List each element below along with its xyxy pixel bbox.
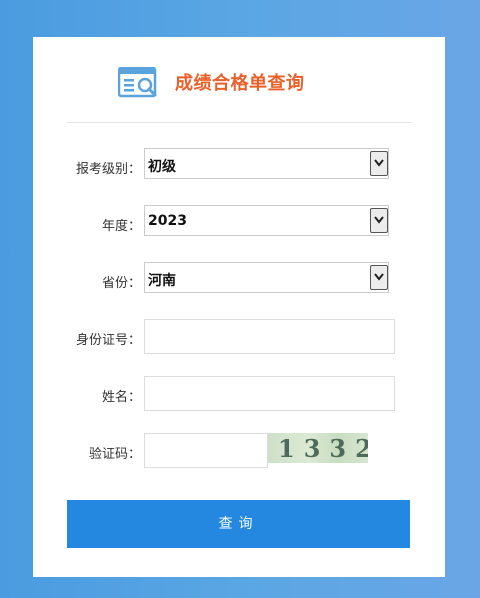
card-header: 成绩合格单查询 [33,37,445,123]
chevron-down-icon[interactable] [370,265,388,290]
province-select-value: 河南 [148,273,176,289]
header-divider [67,122,411,123]
id-number-input[interactable] [144,319,395,354]
captcha-input[interactable] [144,433,268,468]
province-row: 省份： 河南 [33,262,445,296]
captcha-label: 验证码： [88,447,141,462]
captcha-image-text: 1332 [278,434,368,463]
query-card: 成绩合格单查询 报考级别： 初级 年度： 2023 省份： 河南 身份证号： 姓… [33,37,445,577]
id-number-row: 身份证号： [33,319,445,354]
name-input[interactable] [144,376,395,411]
name-label: 姓名： [101,390,141,405]
captcha-image[interactable]: 1332 [268,433,368,463]
chevron-down-icon[interactable] [370,208,388,233]
level-label: 报考级别： [75,162,141,177]
chevron-down-icon[interactable] [370,151,388,176]
captcha-row: 验证码： 1332 [33,433,445,468]
query-button[interactable]: 查询 [67,500,410,548]
level-select-value: 初级 [148,159,176,175]
province-label: 省份： [101,276,141,291]
province-select[interactable]: 河南 [144,262,389,293]
year-select[interactable]: 2023 [144,205,389,236]
level-select[interactable]: 初级 [144,148,389,179]
id-number-label: 身份证号： [75,333,141,348]
year-row: 年度： 2023 [33,205,445,239]
year-label: 年度： [101,219,141,234]
level-row: 报考级别： 初级 [33,148,445,182]
search-document-icon [117,66,160,99]
year-select-value: 2023 [148,213,187,229]
name-row: 姓名： [33,376,445,411]
page-title: 成绩合格单查询 [175,73,305,94]
